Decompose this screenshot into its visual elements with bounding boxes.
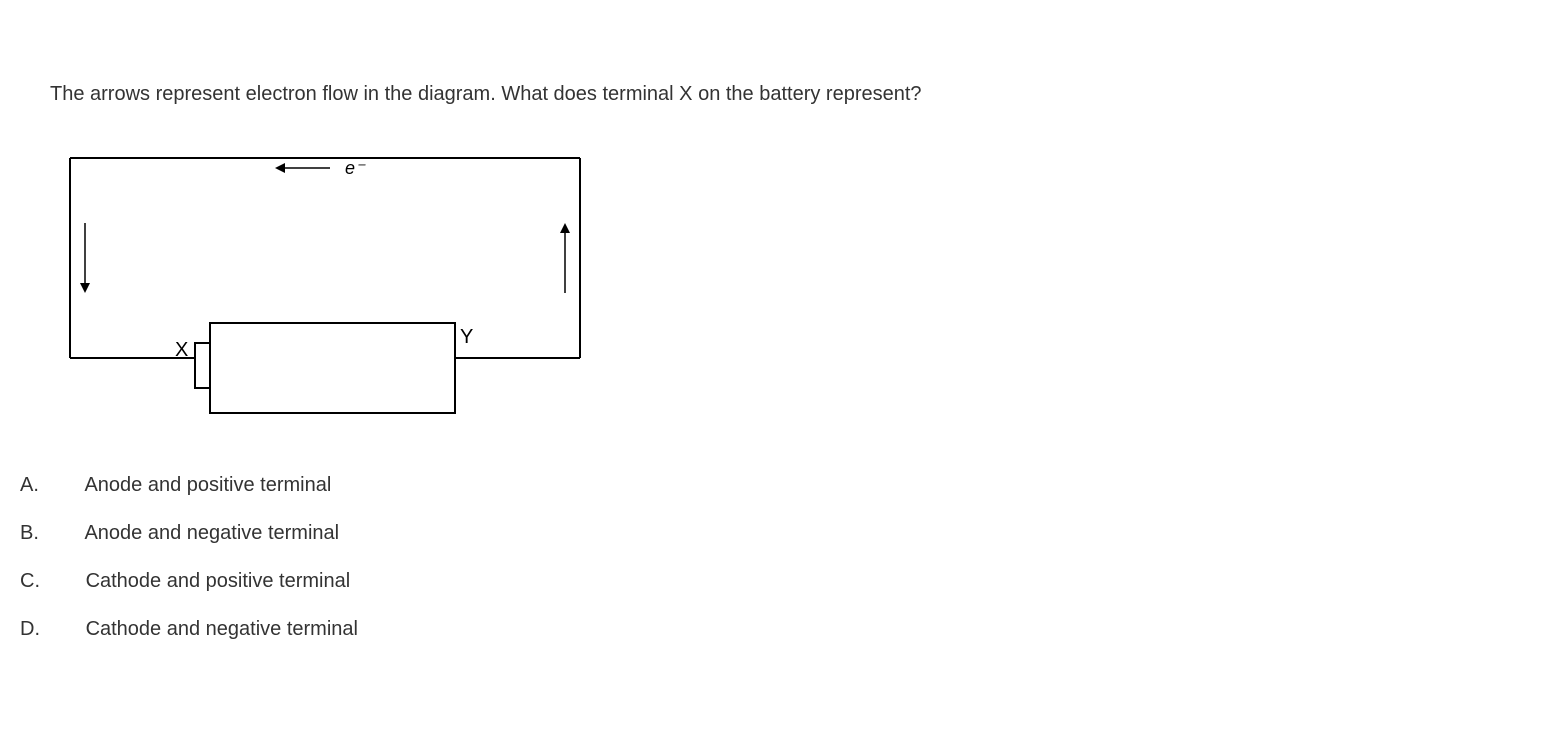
question-text: The arrows represent electron flow in th… [50, 80, 1510, 108]
option-letter: D. [50, 618, 80, 641]
option-d[interactable]: D. Cathode and negative terminal [50, 618, 1510, 641]
terminal-y-label: Y [460, 326, 473, 348]
option-c[interactable]: C. Cathode and positive terminal [50, 570, 1510, 593]
option-text: Cathode and negative terminal [86, 618, 358, 640]
arrow-right-head [560, 223, 570, 233]
answer-options: A. Anode and positive terminal B. Anode … [50, 474, 1510, 641]
terminal-x-label: X [175, 339, 188, 361]
option-a[interactable]: A. Anode and positive terminal [50, 474, 1510, 497]
battery-body [210, 323, 455, 413]
electron-label: e⁻ [345, 158, 366, 178]
option-b[interactable]: B. Anode and negative terminal [50, 522, 1510, 545]
option-letter: B. [50, 522, 80, 545]
option-letter: A. [50, 474, 80, 497]
option-letter: C. [50, 570, 80, 593]
battery-terminal-x [195, 343, 210, 388]
arrow-top-head [275, 163, 285, 173]
option-text: Cathode and positive terminal [86, 570, 351, 592]
arrow-left-head [80, 283, 90, 293]
circuit-diagram: X Y e⁻ [60, 148, 1510, 434]
option-text: Anode and positive terminal [84, 474, 331, 496]
circuit-svg: X Y e⁻ [60, 148, 600, 428]
option-text: Anode and negative terminal [84, 522, 339, 544]
